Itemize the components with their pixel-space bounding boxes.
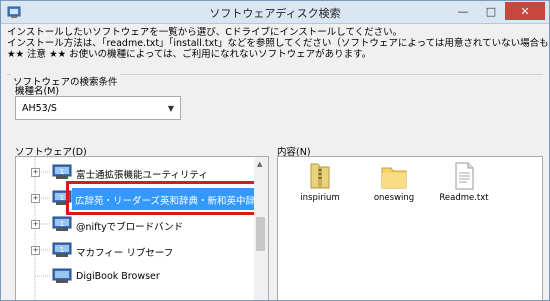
zip-folder-icon — [310, 163, 330, 189]
maximize-button[interactable]: □ — [477, 2, 505, 20]
file-item-inspirium[interactable]: inspirium — [290, 161, 350, 203]
tree-item-digibook-browser[interactable]: DigiBook Browser — [16, 266, 256, 288]
folder-icon — [381, 167, 407, 189]
scroll-up-icon[interactable]: ▲ — [257, 160, 262, 168]
svg-text:1: 1 — [60, 168, 64, 176]
tree-item-mcafee-livesafe[interactable]: + 1 マカフィー リブセーフ — [16, 240, 256, 262]
install-disk-icon: 1 — [52, 242, 72, 257]
software-tree[interactable]: + 1 富士通拡張機能ユーティリティ + 1 広辞苑・リーダーズ英和辞典・新和英… — [15, 156, 269, 300]
model-name-label: 機種名(M) — [15, 86, 60, 97]
minimize-button[interactable]: — — [449, 2, 477, 20]
text-file-icon — [455, 162, 474, 190]
model-name-select[interactable]: AH53/S ▼ — [15, 96, 181, 120]
expand-icon[interactable]: + — [31, 246, 40, 255]
tree-scrollbar[interactable]: ▲ — [254, 157, 268, 300]
model-name-value: AH53/S — [22, 103, 57, 114]
install-disk-icon — [52, 268, 72, 283]
contents-panel[interactable]: inspirium oneswing Readme.txt — [277, 156, 543, 300]
install-disk-icon: 1 — [52, 164, 72, 179]
file-name: inspirium — [300, 193, 340, 203]
tree-item-label: マカフィー リブセーフ — [76, 248, 174, 259]
expand-icon[interactable]: + — [31, 168, 40, 177]
tree-item-label: 富士通拡張機能ユーティリティ — [76, 170, 208, 181]
expand-icon[interactable]: + — [31, 220, 40, 229]
selection-highlight-box — [66, 181, 263, 215]
file-item-readme[interactable]: Readme.txt — [434, 161, 494, 203]
chevron-down-icon: ▼ — [167, 104, 174, 113]
file-name: Readme.txt — [439, 193, 489, 203]
instruction-line-1: インストールしたいソフトウェアを一覧から選び、Cドライブにインストールしてくださ… — [7, 27, 403, 38]
tree-item-label: @niftyでブロードバンド — [76, 222, 184, 233]
software-disk-search-window: ソフトウェアディスク検索 — □ ✕ インストールしたいソフトウェアを一覧から選… — [0, 0, 550, 301]
tree-item-nifty-broadband[interactable]: + 1 @niftyでブロードバンド — [16, 214, 256, 236]
file-name: oneswing — [373, 193, 415, 203]
instruction-line-3: ★★ 注意 ★★ お使いの機種によっては、ご利用になれないソフトウェアがあります… — [7, 49, 372, 60]
instruction-line-2: インストール方法は、「readme.txt」「install.txt」などを参照… — [7, 38, 550, 49]
instructions: インストールしたいソフトウェアを一覧から選び、Cドライブにインストールしてくださ… — [7, 27, 550, 60]
expand-icon[interactable]: + — [31, 194, 40, 203]
svg-text:1: 1 — [60, 194, 64, 202]
svg-text:1: 1 — [60, 220, 64, 228]
svg-text:1: 1 — [60, 246, 64, 254]
tree-item-label: DigiBook Browser — [76, 271, 160, 282]
close-button[interactable]: ✕ — [505, 2, 545, 20]
install-disk-icon: 1 — [52, 216, 72, 231]
file-item-oneswing[interactable]: oneswing — [364, 161, 424, 203]
scrollbar-thumb[interactable] — [256, 217, 265, 251]
title-bar: ソフトウェアディスク検索 — □ ✕ — [1, 1, 549, 24]
